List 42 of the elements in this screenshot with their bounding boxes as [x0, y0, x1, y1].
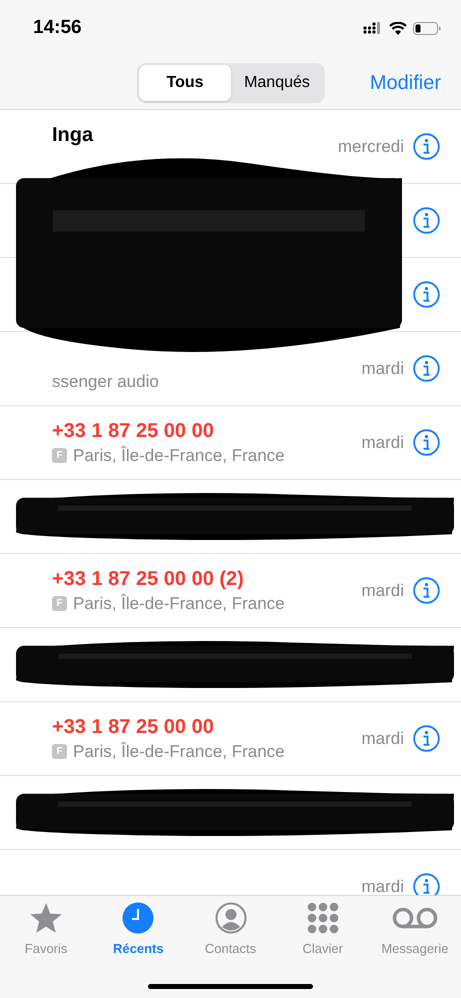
caller-name: +33 1 87 25 00 00 [52, 714, 214, 740]
tab-bar-item[interactable]: Favoris [0, 896, 92, 960]
call-detail: Paris, Île-de-France, France [73, 740, 285, 763]
keypad-icon [306, 902, 339, 934]
call-date: mardi [361, 580, 404, 602]
info-icon[interactable] [413, 429, 440, 456]
info-icon[interactable] [413, 873, 440, 895]
tab-bar-item[interactable]: Clavier [276, 896, 369, 960]
segment-tab[interactable]: Tous [139, 64, 231, 100]
tab-bar-item[interactable]: Messagerie [368, 896, 461, 960]
contact-badge: F [52, 744, 67, 759]
contact-badge: F [52, 448, 67, 463]
signal-icon [363, 22, 383, 34]
info-icon[interactable] [413, 207, 440, 234]
caller-name: +33 1 87 25 00 00 (2) [52, 566, 244, 592]
call-date: mercredi [338, 136, 404, 158]
call-detail: Paris, Île-de-France, France [73, 592, 285, 615]
contact-badge: F [52, 596, 67, 611]
tab-bar-item[interactable]: Contacts [184, 896, 277, 960]
call-detail: ssenger audio [52, 370, 159, 393]
call-date: mardi [361, 432, 404, 454]
status-time: 14:56 [33, 16, 82, 40]
info-icon[interactable] [413, 133, 440, 160]
info-icon[interactable] [413, 577, 440, 604]
wifi-icon [389, 22, 407, 34]
tab-bar-item[interactable]: Récents [92, 896, 184, 960]
caller-name: +33 1 87 25 00 00 [52, 418, 214, 444]
info-icon[interactable] [413, 355, 440, 382]
info-icon[interactable] [413, 725, 440, 752]
battery-icon [413, 22, 441, 34]
info-icon[interactable] [413, 281, 440, 308]
segment-tab[interactable]: Manqués [231, 64, 323, 100]
voicemail-icon [392, 906, 438, 928]
call-detail: Paris, Île-de-France, France [73, 444, 285, 467]
call-date: mardi [361, 728, 404, 750]
person-icon [214, 902, 246, 934]
call-date: mardi [361, 876, 404, 895]
star-icon [29, 902, 64, 934]
edit-button[interactable]: Modifier [370, 68, 441, 98]
clock-icon [122, 902, 154, 934]
caller-name: Inga [52, 122, 94, 148]
call-date: mardi [361, 358, 404, 380]
